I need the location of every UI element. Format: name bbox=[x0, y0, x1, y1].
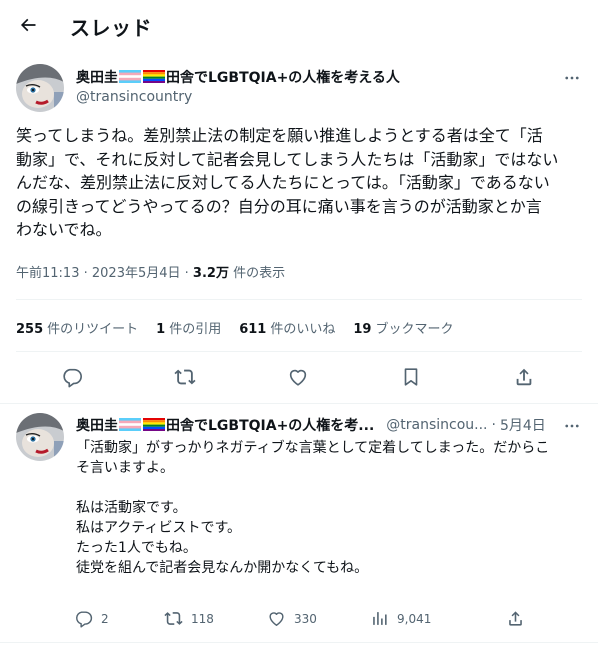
thread-header: スレッド bbox=[0, 0, 598, 53]
rainbow-flag-icon bbox=[143, 418, 165, 431]
more-icon bbox=[565, 76, 579, 80]
heart-icon bbox=[289, 369, 307, 386]
reply-header: 奥田圭 田舎でLGBTQIA+の人権を考... @transincou... · … bbox=[76, 415, 546, 435]
like-count: 330 bbox=[294, 611, 317, 626]
bookmark-icon bbox=[404, 368, 418, 386]
reply-retweet-button[interactable]: 118 bbox=[164, 609, 214, 628]
tweet-date[interactable]: 2023年5月4日 bbox=[92, 266, 181, 281]
views-count: 3.2万 bbox=[192, 266, 229, 281]
reply-icon bbox=[76, 611, 93, 628]
tweet-meta: 午前11:13 · 2023年5月4日 · 3.2万 件の表示 bbox=[16, 266, 286, 281]
tweet-time[interactable]: 午前11:13 bbox=[16, 266, 79, 281]
tweet-stats: 255 件のリツイート 1 件の引用 611 件のいいね 19 ブックマーク bbox=[16, 318, 471, 337]
more-icon bbox=[565, 424, 579, 428]
divider bbox=[16, 351, 582, 352]
reply-share-button[interactable] bbox=[506, 609, 525, 628]
retweet-icon bbox=[174, 369, 196, 385]
reply-text: 「活動家」がすっかりネガティブな言葉として定着してしまった。だからこ そ言います… bbox=[76, 440, 550, 576]
share-icon bbox=[509, 611, 522, 626]
retweets-stat[interactable]: 255 件のリツイート bbox=[16, 318, 138, 337]
back-button[interactable] bbox=[14, 11, 42, 39]
reply-views-button[interactable]: 9,041 bbox=[370, 609, 431, 628]
views-count: 9,041 bbox=[397, 611, 432, 626]
rainbow-flag-icon bbox=[143, 70, 165, 83]
reply-reply-button[interactable]: 2 bbox=[74, 609, 109, 628]
reply-button[interactable] bbox=[55, 360, 89, 394]
views-label: 件の表示 bbox=[233, 266, 286, 281]
avatar[interactable] bbox=[16, 64, 64, 112]
heart-icon bbox=[269, 612, 284, 626]
reply-action-bar: 2 118 330 9,041 bbox=[70, 607, 580, 631]
page-title: スレッド bbox=[70, 16, 152, 40]
trans-flag-icon bbox=[119, 70, 141, 83]
arrow-left-icon bbox=[20, 18, 36, 32]
retweet-count: 118 bbox=[191, 611, 214, 626]
retweet-icon bbox=[164, 612, 183, 625]
reply-author-handle[interactable]: @transincou... bbox=[386, 417, 487, 433]
reply-count: 2 bbox=[101, 611, 109, 626]
like-button[interactable] bbox=[281, 360, 315, 394]
bookmark-button[interactable] bbox=[394, 360, 428, 394]
share-button[interactable] bbox=[507, 360, 541, 394]
tweet-text: 笑ってしまうね。差別禁止法の制定を願い推進しようとする者は全て「活 動家」で、そ… bbox=[16, 126, 559, 239]
likes-stat[interactable]: 611 件のいいね bbox=[239, 318, 335, 337]
reply-avatar[interactable] bbox=[16, 413, 64, 461]
retweet-button[interactable] bbox=[168, 360, 202, 394]
divider bbox=[0, 642, 598, 643]
reply-icon bbox=[63, 368, 82, 388]
trans-flag-icon bbox=[119, 418, 141, 431]
quotes-stat[interactable]: 1 件の引用 bbox=[156, 318, 221, 337]
analytics-icon bbox=[373, 612, 387, 625]
reply-like-button[interactable]: 330 bbox=[267, 609, 317, 628]
divider bbox=[16, 299, 582, 300]
reply-author-name[interactable]: 奥田圭 田舎でLGBTQIA+の人権を考... bbox=[76, 415, 374, 435]
divider bbox=[0, 403, 598, 404]
author-handle[interactable]: @transincountry bbox=[76, 89, 192, 105]
reply-more-options-button[interactable] bbox=[560, 414, 584, 438]
author-name[interactable]: 奥田圭 田舎でLGBTQIA+の人権を考える人 bbox=[76, 67, 400, 87]
share-icon bbox=[516, 368, 532, 386]
more-options-button[interactable] bbox=[560, 66, 584, 90]
bookmarks-stat[interactable]: 19 ブックマーク bbox=[353, 318, 453, 337]
reply-date[interactable]: 5月4日 bbox=[500, 415, 546, 435]
